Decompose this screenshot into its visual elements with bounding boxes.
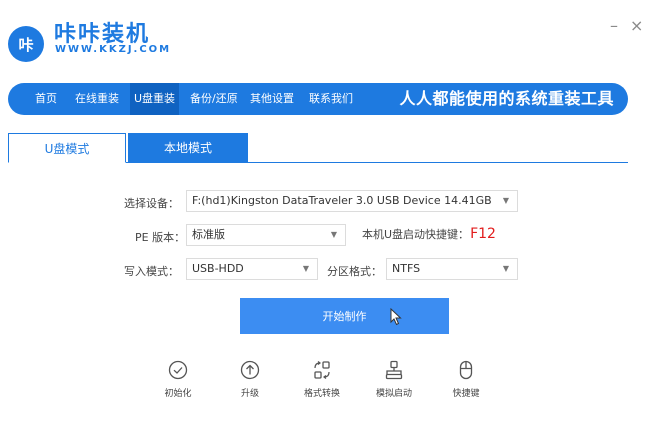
partition-value: NTFS bbox=[392, 262, 421, 275]
tool-format-convert-label: 格式转换 bbox=[303, 389, 340, 399]
logo-text: 咔 bbox=[18, 35, 34, 54]
nav-item-home[interactable]: 首页 bbox=[35, 83, 57, 115]
partition-label: 分区格式： bbox=[327, 265, 382, 278]
pe-version-label: PE 版本： bbox=[135, 231, 186, 244]
device-value: F:(hd1)Kingston DataTraveler 3.0 USB Dev… bbox=[192, 194, 492, 207]
mouse-cursor-icon bbox=[390, 308, 402, 326]
pe-version-select[interactable]: 标准版 ▼ bbox=[186, 224, 346, 246]
nav-slogan: 人人都能使用的系统重装工具 bbox=[399, 89, 614, 108]
app-logo: 咔 bbox=[8, 26, 44, 62]
write-mode-select[interactable]: USB-HDD ▼ bbox=[186, 258, 318, 280]
chevron-down-icon: ▼ bbox=[302, 264, 309, 273]
device-select[interactable]: F:(hd1)Kingston DataTraveler 3.0 USB Dev… bbox=[186, 190, 518, 212]
nav-item-backup-restore[interactable]: 备份/还原 bbox=[190, 83, 238, 115]
convert-icon bbox=[314, 361, 330, 379]
upgrade-icon bbox=[240, 360, 260, 380]
tool-upgrade[interactable]: 升级 bbox=[220, 360, 280, 399]
tool-initialize-label: 初始化 bbox=[164, 389, 192, 399]
nav-item-usb-reinstall[interactable]: U盘重装 bbox=[130, 83, 180, 115]
write-mode-value: USB-HDD bbox=[192, 262, 244, 275]
chevron-down-icon: ▼ bbox=[502, 264, 509, 273]
simulate-icon bbox=[385, 360, 403, 380]
pe-version-value: 标准版 bbox=[192, 228, 225, 241]
tool-hotkey-label: 快捷键 bbox=[452, 389, 480, 399]
chevron-down-icon: ▼ bbox=[330, 230, 337, 239]
tab-local-mode[interactable]: 本地模式 bbox=[128, 133, 248, 163]
hotkey-label: 本机U盘启动快捷键： bbox=[362, 228, 470, 241]
close-button[interactable]: × bbox=[630, 18, 643, 34]
nav-item-online-reinstall[interactable]: 在线重装 bbox=[75, 83, 119, 115]
hotkey-info: 本机U盘启动快捷键：F12 bbox=[362, 226, 496, 242]
hotkey-value: F12 bbox=[470, 226, 496, 242]
nav-item-contact-us[interactable]: 联系我们 bbox=[309, 83, 353, 115]
tab-usb-mode[interactable]: U盘模式 bbox=[8, 133, 126, 163]
start-make-button[interactable]: 开始制作 bbox=[240, 298, 449, 334]
mouse-icon bbox=[459, 360, 473, 380]
nav-item-other-settings[interactable]: 其他设置 bbox=[250, 83, 294, 115]
chevron-down-icon: ▼ bbox=[502, 196, 509, 205]
tool-initialize[interactable]: 初始化 bbox=[148, 360, 208, 399]
tool-hotkey[interactable]: 快捷键 bbox=[436, 360, 496, 399]
partition-select[interactable]: NTFS ▼ bbox=[386, 258, 518, 280]
app-subtitle: WWW.KKZJ.COM bbox=[55, 44, 172, 55]
tool-format-convert[interactable]: 格式转换 bbox=[292, 360, 352, 399]
tool-simulate-boot-label: 模拟启动 bbox=[375, 389, 412, 399]
tool-upgrade-label: 升级 bbox=[240, 389, 259, 399]
minimize-button[interactable]: – bbox=[610, 18, 618, 34]
write-mode-label: 写入模式： bbox=[124, 265, 179, 278]
top-nav: 首页 在线重装 U盘重装 备份/还原 其他设置 联系我们 人人都能使用的系统重装… bbox=[8, 83, 628, 115]
check-circle-icon bbox=[168, 360, 188, 380]
tool-simulate-boot[interactable]: 模拟启动 bbox=[364, 360, 424, 399]
device-label: 选择设备： bbox=[124, 197, 179, 210]
